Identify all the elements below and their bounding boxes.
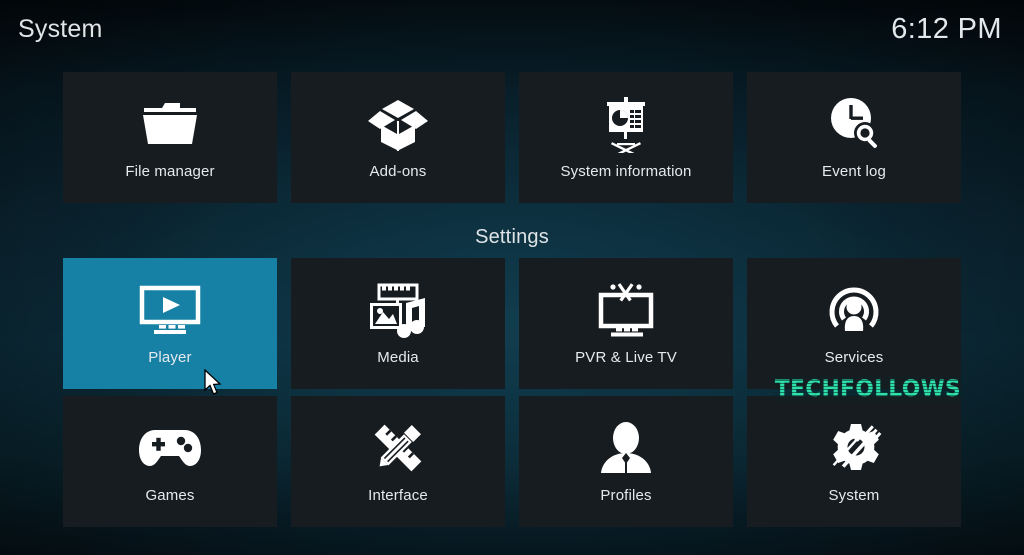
header-bar: System 6:12 PM — [0, 0, 1024, 58]
tile-label: Interface — [368, 487, 428, 504]
tile-services[interactable]: Services — [747, 258, 961, 389]
monitor-play-icon — [133, 278, 207, 342]
tile-interface[interactable]: Interface — [291, 396, 505, 527]
presentation-icon — [589, 92, 663, 156]
tile-profiles[interactable]: Profiles — [519, 396, 733, 527]
tile-label: Media — [377, 349, 419, 366]
techfollows-watermark: TECHFOLLOWS — [772, 377, 963, 402]
tile-label: System information — [560, 163, 692, 180]
open-box-icon — [361, 92, 435, 156]
tile-label: PVR & Live TV — [575, 349, 677, 366]
tile-system[interactable]: System — [747, 396, 961, 527]
tile-label: Player — [148, 349, 192, 366]
pencil-ruler-icon — [361, 416, 435, 480]
tile-games[interactable]: Games — [63, 396, 277, 527]
gear-tools-icon — [817, 416, 891, 480]
media-icon — [361, 278, 435, 342]
tile-row-bottom: Games Interface Profiles System — [0, 396, 1024, 527]
tile-event-log[interactable]: Event log — [747, 72, 961, 203]
tile-label: System — [828, 487, 880, 504]
page-title: System — [18, 14, 103, 43]
tile-system-information[interactable]: System information — [519, 72, 733, 203]
tile-player[interactable]: Player — [63, 258, 277, 389]
broadcast-user-icon — [817, 278, 891, 342]
clock: 6:12 PM — [891, 12, 1002, 45]
tile-label: Event log — [822, 163, 886, 180]
kodi-system-screen: System 6:12 PM File manager Add-ons Syst… — [0, 0, 1024, 555]
tv-antenna-icon — [589, 278, 663, 342]
tile-media[interactable]: Media — [291, 258, 505, 389]
settings-section-label: Settings — [475, 226, 549, 248]
tile-file-manager[interactable]: File manager — [63, 72, 277, 203]
tile-label: Profiles — [600, 487, 652, 504]
tile-pvr-live-tv[interactable]: PVR & Live TV — [519, 258, 733, 389]
tile-row-middle: Player Media PVR & Live TV Services — [0, 258, 1024, 389]
tile-label: File manager — [125, 163, 215, 180]
user-bust-icon — [589, 416, 663, 480]
tile-row-top: File manager Add-ons System information … — [0, 72, 1024, 203]
tile-add-ons[interactable]: Add-ons — [291, 72, 505, 203]
gamepad-icon — [133, 416, 207, 480]
clock-search-icon — [817, 92, 891, 156]
tile-label: Games — [145, 487, 195, 504]
folder-icon — [133, 92, 207, 156]
tile-label: Services — [824, 349, 884, 366]
tile-label: Add-ons — [369, 163, 427, 180]
